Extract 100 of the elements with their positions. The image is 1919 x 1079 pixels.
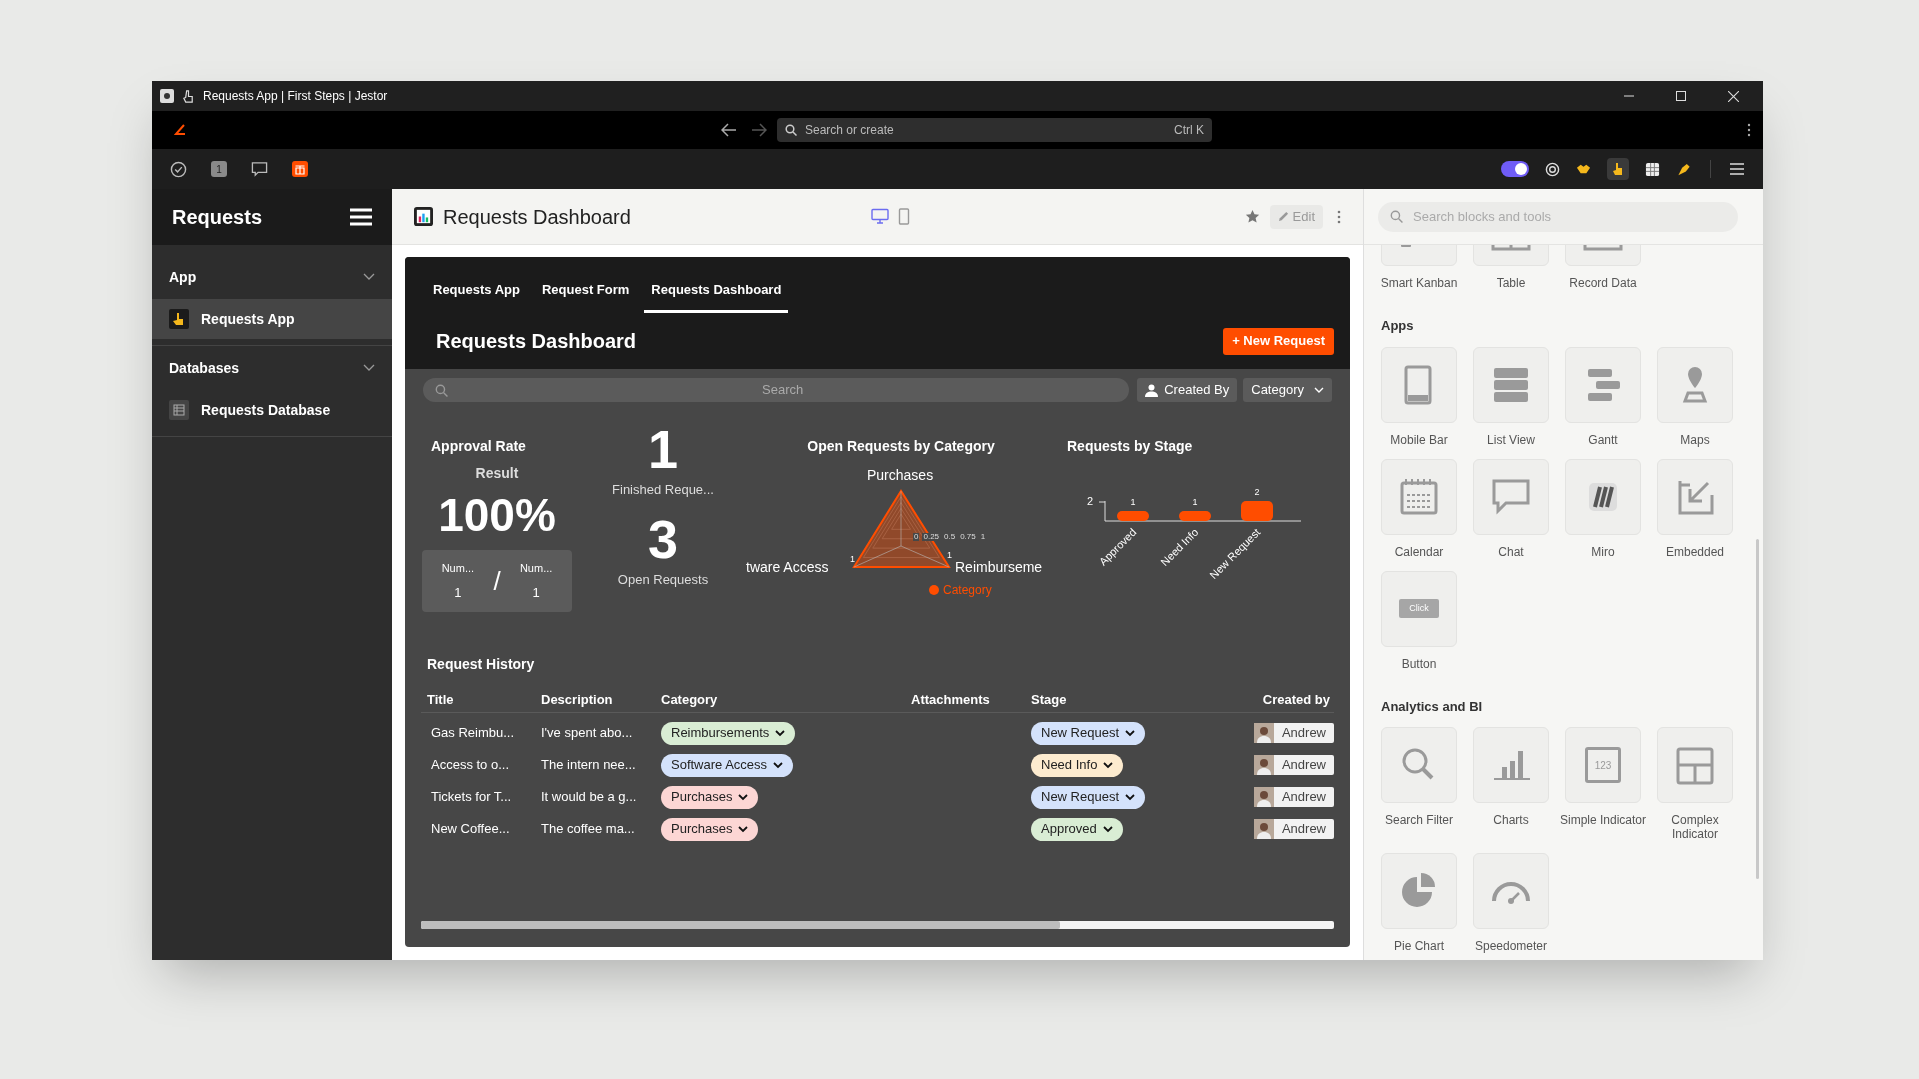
hand-icon — [182, 89, 195, 103]
back-arrow-icon[interactable] — [721, 123, 737, 137]
tick-label: 0.75 — [959, 533, 977, 541]
count-badge[interactable]: 1 — [211, 161, 227, 177]
lifebuoy-icon[interactable] — [1545, 161, 1560, 177]
block-tile[interactable] — [1381, 458, 1457, 535]
denominator-value: 1 — [532, 583, 540, 602]
chevron-icon — [738, 825, 749, 833]
shortcut-hint: Ctrl K — [1174, 122, 1204, 139]
axis-label: Purchases — [867, 466, 934, 485]
gift-icon[interactable] — [292, 161, 308, 177]
block-label: Button — [1400, 656, 1438, 671]
user-chip[interactable]: Andrew — [1253, 755, 1334, 775]
table-icon — [169, 400, 189, 420]
block-tile[interactable] — [1565, 458, 1641, 535]
table-cell-text: I've spent abo... — [541, 724, 634, 743]
block-tile[interactable] — [1657, 727, 1733, 803]
tag-dropdown[interactable]: Need Info — [1031, 753, 1124, 777]
section-header[interactable]: Databases — [152, 346, 392, 390]
block-tile[interactable] — [1381, 853, 1457, 929]
block-label: Mobile Bar — [1389, 432, 1449, 447]
tick-label: 2 — [1086, 495, 1093, 507]
tab[interactable]: Requests Dashboard — [644, 269, 789, 313]
more-icon[interactable] — [1337, 209, 1341, 224]
search-icon — [1390, 210, 1403, 223]
scrollbar[interactable] — [1756, 539, 1759, 879]
section-title: Request History — [427, 655, 536, 674]
sidebar-item[interactable]: Requests Database — [152, 390, 392, 430]
indicator-value: 3 — [647, 511, 678, 566]
widget-title: Approval Rate — [431, 437, 526, 456]
table-cell-text: Gas Reimbu... — [430, 724, 516, 743]
indicator-label: Finished Reque... — [612, 481, 714, 499]
sidebar-title: Requests — [172, 205, 264, 230]
block-tile[interactable] — [1473, 727, 1549, 803]
sidebar-item[interactable]: Requests App — [152, 299, 392, 339]
chat-icon[interactable] — [251, 161, 268, 177]
user-chip[interactable]: Andrew — [1253, 723, 1334, 743]
category-filter[interactable]: Category — [1243, 378, 1332, 402]
block-label: Embedded — [1664, 544, 1725, 559]
tag-dropdown[interactable]: Reimbursements — [661, 721, 796, 745]
window-title: Requests App | First Steps | Jestor — [203, 88, 388, 105]
logo-icon[interactable] — [174, 124, 186, 136]
page-title: Requests Dashboard — [443, 204, 632, 230]
more-icon[interactable] — [1747, 123, 1751, 137]
chart-title: Requests by Stage — [1067, 437, 1194, 456]
column-header: Created by — [1261, 690, 1331, 709]
block-tile[interactable] — [1657, 346, 1733, 423]
table-cell-text: The coffee ma... — [541, 820, 636, 839]
rate-value: 100% — [438, 492, 556, 538]
search-placeholder: Search or create — [805, 122, 895, 139]
check-circle-icon[interactable] — [170, 160, 187, 178]
block-tile[interactable] — [1657, 458, 1733, 535]
block-label: Complex Indicator — [1670, 813, 1720, 841]
created-by-filter[interactable]: Created By — [1137, 378, 1238, 402]
tag-dropdown[interactable]: Purchases — [661, 785, 759, 809]
scrollbar[interactable] — [421, 921, 1334, 929]
pencil-icon — [1277, 211, 1289, 222]
chevron-icon — [775, 729, 786, 737]
chart-icon — [414, 207, 433, 226]
data-label: 2 — [1254, 487, 1260, 497]
forward-arrow-icon[interactable] — [751, 123, 767, 137]
search-field[interactable]: Search or create Ctrl K — [777, 118, 1212, 142]
user-chip[interactable]: Andrew — [1253, 787, 1334, 807]
block-label: Record Data — [1568, 276, 1638, 290]
tag-dropdown[interactable]: Software Access — [661, 753, 794, 777]
monitor-icon[interactable] — [871, 208, 889, 225]
column-header: Attachments — [911, 690, 991, 709]
close-icon[interactable] — [1728, 90, 1739, 102]
tag-dropdown[interactable]: New Request — [1031, 785, 1146, 809]
tick-label: 0.25 — [922, 533, 941, 541]
block-tile[interactable] — [1381, 727, 1457, 803]
user-chip[interactable]: Andrew — [1253, 819, 1334, 839]
chart-title: Open Requests by Category — [807, 437, 995, 456]
tag-dropdown[interactable]: New Request — [1031, 721, 1146, 745]
grid-icon[interactable] — [1645, 161, 1660, 177]
toggle-switch[interactable] — [1501, 161, 1529, 177]
block-tile[interactable] — [1565, 346, 1641, 423]
tag-dropdown[interactable]: Purchases — [661, 817, 759, 841]
hand-icon — [169, 309, 189, 329]
pointing-hand-icon[interactable] — [1607, 158, 1629, 180]
numerator-value: 1 — [454, 583, 462, 602]
tab[interactable]: Requests App — [426, 269, 527, 313]
section-title: Apps — [1381, 317, 1415, 335]
avatar-icon — [1253, 819, 1274, 839]
maximize-icon[interactable] — [1676, 91, 1686, 101]
block-tile[interactable] — [1473, 346, 1549, 423]
ratio-separator: / — [493, 564, 501, 598]
menu-icon[interactable] — [1729, 162, 1745, 176]
block-tile[interactable] — [1473, 853, 1549, 929]
block-label: Maps — [1679, 432, 1711, 447]
search-icon — [785, 124, 797, 136]
block-tile[interactable] — [1473, 458, 1549, 535]
block-tile[interactable] — [1381, 346, 1457, 423]
app-icon — [160, 89, 174, 103]
tag-dropdown[interactable]: Approved — [1031, 817, 1123, 841]
tab[interactable]: Request Form — [534, 269, 637, 313]
star-icon[interactable] — [1244, 209, 1260, 224]
data-label: 1 — [1130, 497, 1136, 507]
table-cell-text: It would be a g... — [541, 788, 638, 807]
section-header[interactable]: App — [152, 255, 392, 299]
